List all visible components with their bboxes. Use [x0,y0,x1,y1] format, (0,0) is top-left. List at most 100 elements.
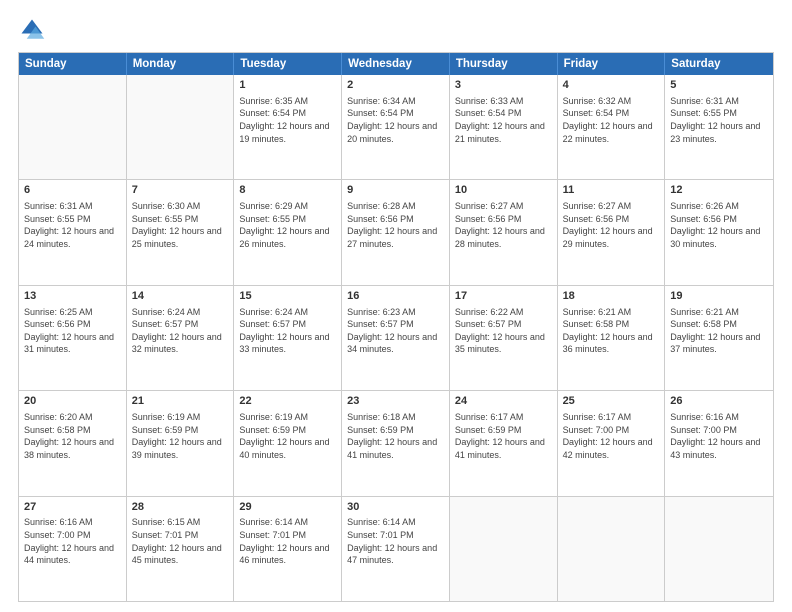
header-wednesday: Wednesday [342,53,450,75]
day-cell-22: 22Sunrise: 6:19 AM Sunset: 6:59 PM Dayli… [234,391,342,495]
day-info-4: Sunrise: 6:32 AM Sunset: 6:54 PM Dayligh… [563,95,660,145]
day-cell-10: 10Sunrise: 6:27 AM Sunset: 6:56 PM Dayli… [450,180,558,284]
day-cell-2: 2Sunrise: 6:34 AM Sunset: 6:54 PM Daylig… [342,75,450,179]
day-cell-27: 27Sunrise: 6:16 AM Sunset: 7:00 PM Dayli… [19,497,127,601]
day-cell-14: 14 Sunrise: 6:24 AM Sunset: 6:57 PM Dayli… [127,286,235,390]
week-row-2: 6Sunrise: 6:31 AM Sunset: 6:55 PM Daylig… [19,179,773,284]
day-info-6: Sunrise: 6:31 AM Sunset: 6:55 PM Dayligh… [24,200,121,250]
day-info-2: Sunrise: 6:34 AM Sunset: 6:54 PM Dayligh… [347,95,444,145]
day-info-12: Sunrise: 6:26 AM Sunset: 6:56 PM Dayligh… [670,200,768,250]
day-cell-17: 17 Sunrise: 6:22 AM Sunset: 6:57 PM Dayli… [450,286,558,390]
day-info-3: Sunrise: 6:33 AM Sunset: 6:54 PM Dayligh… [455,95,552,145]
day-cell-28: 28Sunrise: 6:15 AM Sunset: 7:01 PM Dayli… [127,497,235,601]
day-cell-12: 12 Sunrise: 6:26 AM Sunset: 6:56 PM Dayli… [665,180,773,284]
day-number-3: 3 [455,78,552,93]
day-info-15: Sunrise: 6:24 AM Sunset: 6:57 PM Dayligh… [239,306,336,356]
day-cell-18: 18 Sunrise: 6:21 AM Sunset: 6:58 PM Dayli… [558,286,666,390]
day-info-18: Sunrise: 6:21 AM Sunset: 6:58 PM Dayligh… [563,306,660,356]
week-row-5: 27Sunrise: 6:16 AM Sunset: 7:00 PM Dayli… [19,496,773,601]
day-number-14: 14 [132,289,229,304]
day-number-4: 4 [563,78,660,93]
day-number-19: 19 [670,289,768,304]
day-number-5: 5 [670,78,768,93]
day-number-28: 28 [132,500,229,515]
day-number-21: 21 [132,394,229,409]
day-number-18: 18 [563,289,660,304]
day-cell-30: 30Sunrise: 6:14 AM Sunset: 7:01 PM Dayli… [342,497,450,601]
day-cell-15: 15Sunrise: 6:24 AM Sunset: 6:57 PM Dayli… [234,286,342,390]
logo [18,16,50,44]
day-number-30: 30 [347,500,444,515]
day-cell-20: 20 Sunrise: 6:20 AM Sunset: 6:58 PM Dayli… [19,391,127,495]
day-info-10: Sunrise: 6:27 AM Sunset: 6:56 PM Dayligh… [455,200,552,250]
day-cell-1: 1Sunrise: 6:35 AM Sunset: 6:54 PM Daylig… [234,75,342,179]
day-cell-26: 26 Sunrise: 6:16 AM Sunset: 7:00 PM Dayli… [665,391,773,495]
day-cell-23: 23Sunrise: 6:18 AM Sunset: 6:59 PM Dayli… [342,391,450,495]
empty-cell-0-1 [127,75,235,179]
empty-cell-0-0 [19,75,127,179]
week-row-1: 1Sunrise: 6:35 AM Sunset: 6:54 PM Daylig… [19,75,773,179]
day-info-8: Sunrise: 6:29 AM Sunset: 6:55 PM Dayligh… [239,200,336,250]
day-info-28: Sunrise: 6:15 AM Sunset: 7:01 PM Dayligh… [132,516,229,566]
day-number-7: 7 [132,183,229,198]
day-number-12: 12 [670,183,768,198]
day-cell-21: 21 Sunrise: 6:19 AM Sunset: 6:59 PM Dayli… [127,391,235,495]
calendar-body: 1Sunrise: 6:35 AM Sunset: 6:54 PM Daylig… [19,75,773,601]
day-info-21: Sunrise: 6:19 AM Sunset: 6:59 PM Dayligh… [132,411,229,461]
day-info-17: Sunrise: 6:22 AM Sunset: 6:57 PM Dayligh… [455,306,552,356]
day-info-13: Sunrise: 6:25 AM Sunset: 6:56 PM Dayligh… [24,306,121,356]
day-cell-25: 25 Sunrise: 6:17 AM Sunset: 7:00 PM Dayli… [558,391,666,495]
header-monday: Monday [127,53,235,75]
day-info-20: Sunrise: 6:20 AM Sunset: 6:58 PM Dayligh… [24,411,121,461]
day-cell-6: 6Sunrise: 6:31 AM Sunset: 6:55 PM Daylig… [19,180,127,284]
page: Sunday Monday Tuesday Wednesday Thursday… [0,0,792,612]
day-number-27: 27 [24,500,121,515]
day-info-23: Sunrise: 6:18 AM Sunset: 6:59 PM Dayligh… [347,411,444,461]
day-info-25: Sunrise: 6:17 AM Sunset: 7:00 PM Dayligh… [563,411,660,461]
header-sunday: Sunday [19,53,127,75]
day-number-25: 25 [563,394,660,409]
header-friday: Friday [558,53,666,75]
day-number-26: 26 [670,394,768,409]
calendar-header: Sunday Monday Tuesday Wednesday Thursday… [19,53,773,75]
day-cell-13: 13 Sunrise: 6:25 AM Sunset: 6:56 PM Dayli… [19,286,127,390]
day-cell-3: 3 Sunrise: 6:33 AM Sunset: 6:54 PM Daylig… [450,75,558,179]
header-saturday: Saturday [665,53,773,75]
day-cell-16: 16 Sunrise: 6:23 AM Sunset: 6:57 PM Dayli… [342,286,450,390]
empty-cell-4-5 [558,497,666,601]
day-info-27: Sunrise: 6:16 AM Sunset: 7:00 PM Dayligh… [24,516,121,566]
day-number-17: 17 [455,289,552,304]
day-number-9: 9 [347,183,444,198]
day-number-1: 1 [239,78,336,93]
empty-cell-4-4 [450,497,558,601]
day-number-16: 16 [347,289,444,304]
day-cell-24: 24Sunrise: 6:17 AM Sunset: 6:59 PM Dayli… [450,391,558,495]
day-cell-4: 4 Sunrise: 6:32 AM Sunset: 6:54 PM Daylig… [558,75,666,179]
day-info-5: Sunrise: 6:31 AM Sunset: 6:55 PM Dayligh… [670,95,768,145]
day-info-30: Sunrise: 6:14 AM Sunset: 7:01 PM Dayligh… [347,516,444,566]
week-row-3: 13 Sunrise: 6:25 AM Sunset: 6:56 PM Dayli… [19,285,773,390]
day-number-13: 13 [24,289,121,304]
day-info-16: Sunrise: 6:23 AM Sunset: 6:57 PM Dayligh… [347,306,444,356]
day-number-20: 20 [24,394,121,409]
day-cell-7: 7 Sunrise: 6:30 AM Sunset: 6:55 PM Daylig… [127,180,235,284]
logo-icon [18,16,46,44]
day-number-24: 24 [455,394,552,409]
day-info-26: Sunrise: 6:16 AM Sunset: 7:00 PM Dayligh… [670,411,768,461]
header-tuesday: Tuesday [234,53,342,75]
empty-cell-4-6 [665,497,773,601]
day-info-7: Sunrise: 6:30 AM Sunset: 6:55 PM Dayligh… [132,200,229,250]
day-info-11: Sunrise: 6:27 AM Sunset: 6:56 PM Dayligh… [563,200,660,250]
day-cell-19: 19 Sunrise: 6:21 AM Sunset: 6:58 PM Dayli… [665,286,773,390]
day-cell-5: 5 Sunrise: 6:31 AM Sunset: 6:55 PM Daylig… [665,75,773,179]
day-number-22: 22 [239,394,336,409]
day-info-19: Sunrise: 6:21 AM Sunset: 6:58 PM Dayligh… [670,306,768,356]
day-info-14: Sunrise: 6:24 AM Sunset: 6:57 PM Dayligh… [132,306,229,356]
day-cell-29: 29Sunrise: 6:14 AM Sunset: 7:01 PM Dayli… [234,497,342,601]
week-row-4: 20 Sunrise: 6:20 AM Sunset: 6:58 PM Dayli… [19,390,773,495]
day-cell-11: 11Sunrise: 6:27 AM Sunset: 6:56 PM Dayli… [558,180,666,284]
day-cell-9: 9 Sunrise: 6:28 AM Sunset: 6:56 PM Daylig… [342,180,450,284]
day-number-8: 8 [239,183,336,198]
day-number-29: 29 [239,500,336,515]
day-info-9: Sunrise: 6:28 AM Sunset: 6:56 PM Dayligh… [347,200,444,250]
